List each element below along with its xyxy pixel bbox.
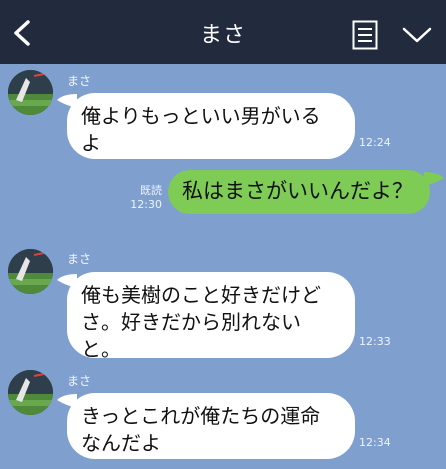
sender-name: まさ [67, 74, 92, 88]
read-label: 既読 [140, 184, 162, 197]
message-time: 12:24 [359, 136, 391, 149]
avatar[interactable] [8, 370, 53, 415]
read-receipt: 既読 12:30 [124, 184, 162, 212]
avatar[interactable] [8, 249, 53, 294]
notes-icon[interactable] [352, 20, 378, 50]
chat-header: まさ [0, 0, 446, 64]
message-bubble[interactable]: きっとこれが俺たちの運命なんだよ [67, 393, 355, 459]
message-time: 12:33 [359, 335, 391, 348]
chevron-down-icon[interactable] [402, 26, 432, 44]
message-time: 12:34 [359, 436, 391, 449]
avatar[interactable] [8, 70, 53, 115]
sender-name: まさ [67, 374, 92, 388]
message-bubble[interactable]: 俺も美樹のこと好きだけどさ。好きだから別れないと。 [67, 272, 355, 361]
avatar-image-icon [8, 70, 53, 115]
avatar-image-icon [8, 249, 53, 294]
message-bubble[interactable]: 私はまさがいいんだよ？ [168, 170, 430, 214]
chat-title: まさ [199, 23, 246, 48]
sender-name: まさ [67, 252, 92, 266]
message-time: 12:30 [130, 198, 162, 211]
avatar-image-icon [8, 370, 53, 415]
message-bubble[interactable]: 俺よりもっといい男がいるよ [67, 93, 355, 159]
bubble-tail [424, 172, 444, 186]
